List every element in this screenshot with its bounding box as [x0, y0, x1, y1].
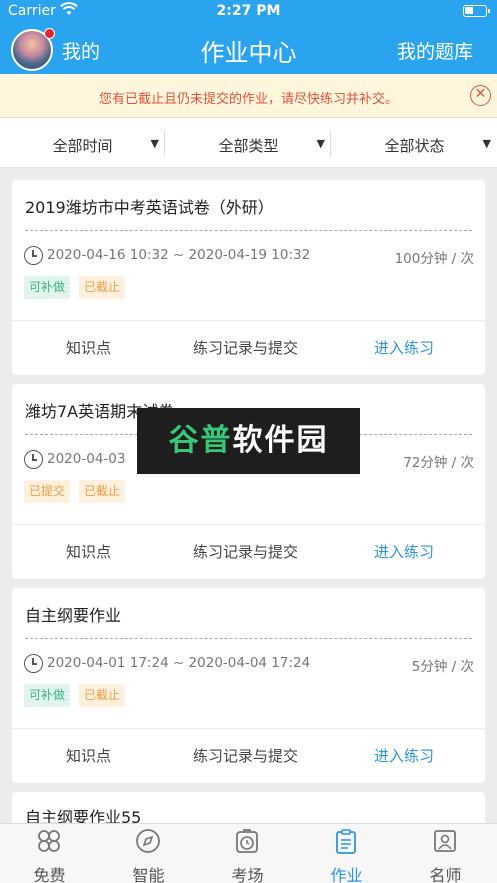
- assignment-period: 2020-04-01 17:24 ~ 2020-04-04 17:24: [47, 655, 311, 671]
- notice-banner: 您有已截止且仍未提交的作业，请尽快练习并补交。 ✕: [0, 74, 497, 118]
- clipboard-icon: [336, 829, 356, 854]
- divider: [330, 130, 331, 156]
- knowledge-points-button[interactable]: 知识点: [66, 745, 111, 766]
- divider: [12, 728, 485, 729]
- assignment-card: 自主纲要作业 2020-04-01 17:24 ~ 2020-04-04 17:…: [12, 588, 485, 783]
- status-badge: 已截止: [79, 276, 126, 299]
- triangle-down-icon: ▼: [150, 137, 159, 150]
- tab-label: 名师: [429, 866, 462, 883]
- tab-label: 免费: [33, 866, 66, 883]
- practice-record-button[interactable]: 练习记录与提交: [193, 337, 298, 358]
- divider: [12, 320, 485, 321]
- status-badge: 已截止: [79, 684, 126, 707]
- assignment-duration: 5分钟 / 次: [411, 659, 474, 675]
- practice-record-button[interactable]: 练习记录与提交: [193, 745, 298, 766]
- filter-label: 全部时间: [52, 137, 113, 155]
- divider: [25, 638, 472, 639]
- start-practice-button[interactable]: 进入练习: [374, 337, 434, 358]
- filter-bar: 全部时间 ▼ 全部类型 ▼ 全部状态 ▼: [0, 118, 497, 168]
- assignment-period: 2020-04-03: [47, 451, 126, 467]
- battery-icon: [463, 5, 490, 17]
- compass-icon: [136, 829, 160, 853]
- divider: [12, 524, 485, 525]
- close-icon[interactable]: ✕: [470, 85, 491, 106]
- assignment-title: 自主纲要作业: [25, 606, 122, 625]
- tab-teacher[interactable]: 名师: [396, 824, 495, 883]
- clock-icon: [24, 450, 43, 469]
- divider: [25, 230, 472, 231]
- tab-bar: 免费 智能 考场 作业 名师: [0, 823, 497, 883]
- start-practice-button[interactable]: 进入练习: [374, 745, 434, 766]
- triangle-down-icon: ▼: [482, 137, 491, 150]
- assignment-card: 2019潍坊市中考英语试卷（外研） 2020-04-16 10:32 ~ 202…: [12, 180, 485, 375]
- clock-time: 2:27 PM: [216, 3, 281, 19]
- watermark-logo: 谷普软件园: [137, 408, 360, 474]
- tab-label: 智能: [132, 866, 165, 883]
- triangle-down-icon: ▼: [316, 137, 325, 150]
- filter-status[interactable]: 全部状态 ▼: [332, 118, 497, 168]
- app-header: Carrier 2:27 PM 我的 作业中心 我的题库: [0, 0, 497, 74]
- divider: [164, 130, 165, 156]
- knowledge-points-button[interactable]: 知识点: [66, 337, 111, 358]
- filter-label: 全部类型: [218, 137, 279, 155]
- grid-icon: [38, 830, 60, 852]
- assignment-duration: 100分钟 / 次: [394, 251, 474, 267]
- tab-exam[interactable]: 考场: [198, 824, 297, 883]
- tab-label: 考场: [231, 866, 264, 883]
- notice-text: 您有已截止且仍未提交的作业，请尽快练习并补交。: [98, 92, 398, 107]
- practice-record-button[interactable]: 练习记录与提交: [193, 541, 298, 562]
- clock-icon: [24, 654, 43, 673]
- filter-label: 全部状态: [384, 137, 445, 155]
- tab-homework[interactable]: 作业: [297, 824, 396, 883]
- start-practice-button[interactable]: 进入练习: [374, 541, 434, 562]
- status-badge: 已截止: [79, 480, 126, 503]
- filter-time[interactable]: 全部时间 ▼: [0, 118, 165, 168]
- tab-label: 作业: [330, 866, 363, 883]
- assignment-duration: 72分钟 / 次: [403, 455, 474, 471]
- status-badge: 可补做: [24, 276, 71, 299]
- assignment-period: 2020-04-16 10:32 ~ 2020-04-19 10:32: [47, 247, 311, 263]
- status-badge: 已提交: [24, 480, 71, 503]
- tab-free[interactable]: 免费: [0, 824, 99, 883]
- teacher-icon: [434, 830, 456, 852]
- clock-icon: [24, 246, 43, 265]
- status-bar: Carrier 2:27 PM: [0, 0, 497, 24]
- knowledge-points-button[interactable]: 知识点: [66, 541, 111, 562]
- my-question-bank-link[interactable]: 我的题库: [397, 37, 473, 64]
- filter-type[interactable]: 全部类型 ▼: [166, 118, 331, 168]
- status-badge: 可补做: [24, 684, 71, 707]
- assignment-title: 2019潍坊市中考英语试卷（外研）: [25, 198, 274, 217]
- timer-icon: [236, 829, 258, 853]
- tab-smart[interactable]: 智能: [99, 824, 198, 883]
